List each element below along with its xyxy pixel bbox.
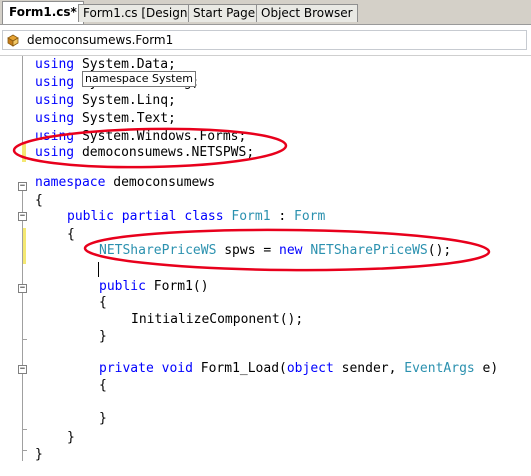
- document-tab-bar: Form1.cs* Form1.cs [Design]* Start Page …: [0, 0, 531, 25]
- tab-object-browser[interactable]: Object Browser: [256, 4, 358, 22]
- change-indicator: [22, 144, 26, 162]
- code-line: NETSharePriceWS spws = new NETSharePrice…: [99, 243, 452, 258]
- code-line: private void Form1_Load(object sender, E…: [99, 361, 499, 376]
- text-caret: [98, 262, 99, 277]
- code-line: }: [35, 447, 43, 462]
- tab-start-page[interactable]: Start Page: [188, 4, 261, 22]
- code-line: }: [67, 430, 75, 445]
- collapse-class-icon[interactable]: −: [18, 212, 27, 221]
- code-line: namespace democonsumews: [35, 175, 216, 190]
- code-line: InitializeComponent();: [131, 312, 304, 327]
- collapse-namespace-icon[interactable]: −: [18, 182, 27, 191]
- code-line: }: [99, 411, 107, 426]
- code-line: public Form1(): [99, 279, 209, 294]
- outline-tick: [22, 450, 27, 451]
- outline-line: [22, 56, 23, 144]
- tab-form1-cs[interactable]: Form1.cs*: [2, 1, 84, 24]
- code-line: {: [35, 193, 43, 208]
- code-line: }: [99, 329, 107, 344]
- tab-form1-design[interactable]: Form1.cs [Design]*: [78, 4, 204, 22]
- quickinfo-tooltip: namespace System: [82, 71, 196, 87]
- code-line: using democonsumews.NETSPWS;: [35, 145, 255, 160]
- collapse-method-icon[interactable]: −: [18, 365, 27, 374]
- code-line: {: [99, 378, 107, 393]
- code-line: {: [99, 295, 107, 310]
- code-line: using System.Linq;: [35, 93, 176, 108]
- outline-tick: [22, 429, 27, 430]
- navigation-bar: democonsumews.Form1: [0, 25, 531, 56]
- outline-tick: [22, 339, 27, 340]
- code-editor[interactable]: − − − − using System.Data; using System.…: [0, 56, 531, 476]
- code-line: public partial class Form1 : Form: [67, 209, 326, 224]
- code-line: using System.Text;: [35, 111, 176, 126]
- code-line: {: [67, 227, 75, 242]
- outline-line: [22, 191, 23, 461]
- class-dropdown[interactable]: democonsumews.Form1: [2, 30, 527, 50]
- collapse-constructor-icon[interactable]: −: [18, 284, 27, 293]
- class-icon: [7, 34, 19, 47]
